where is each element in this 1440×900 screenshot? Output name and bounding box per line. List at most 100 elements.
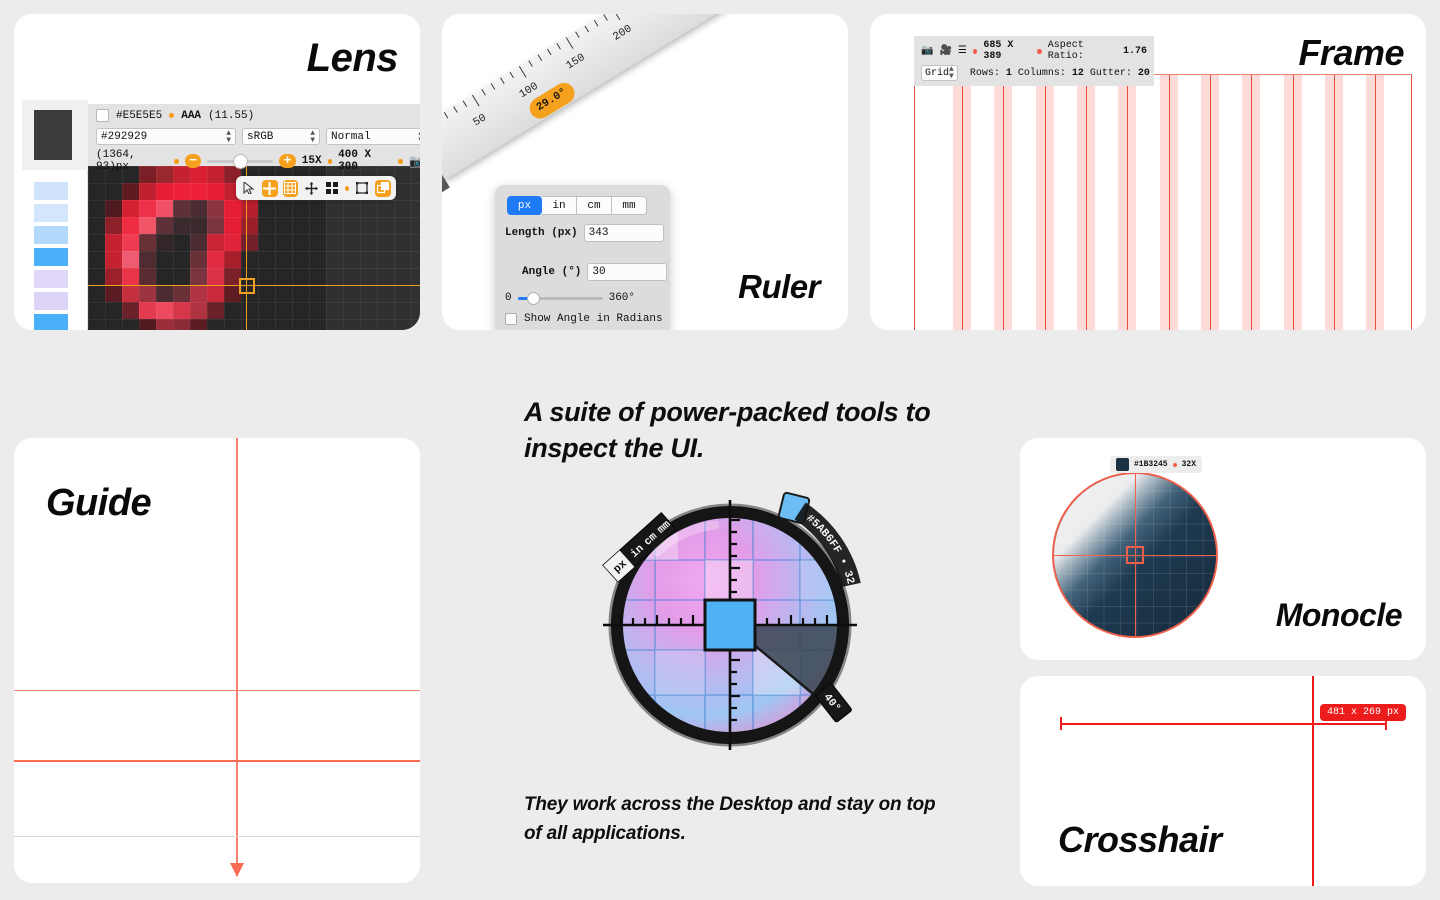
- guide-vertical-handle[interactable]: [230, 863, 244, 877]
- chevron-updown-icon: ▲▼: [418, 129, 420, 144]
- zoom-slider[interactable]: [207, 153, 274, 169]
- monocle-zoom-value: 32X: [1181, 460, 1197, 469]
- monocle-card: Monocle #1B3245 32X: [1020, 438, 1426, 660]
- crosshair-horizontal-line: [1060, 723, 1387, 725]
- ruler-tick-label: 250: [658, 14, 681, 15]
- lens-toolbar: [236, 176, 396, 200]
- zoom-out-button[interactable]: −: [185, 154, 202, 168]
- separator-dot-icon: [1037, 48, 1042, 54]
- lens-swatch[interactable]: [34, 204, 68, 222]
- ruler-length-row: Length (px) 343: [505, 224, 664, 242]
- ruler-slider-max: 360°: [608, 292, 636, 304]
- lens-zoom-row: (1364, 93)px − + 15X 400 X 300 📷: [96, 149, 420, 173]
- lens-contrast-hex: #E5E5E5: [116, 109, 163, 122]
- chevron-updown-icon: ▲▼: [310, 128, 315, 145]
- frame-hud-bottom-row: Grid ▲ ▼ Rows: 1 Columns: 12 Gutter: 20: [914, 64, 1154, 86]
- ruler-body[interactable]: 50 100 150 200 250 300 29.0°: [442, 14, 787, 201]
- separator-dot-icon: [972, 48, 978, 54]
- pointer-tool-icon[interactable]: [241, 180, 257, 197]
- zoom-slider-knob[interactable]: [233, 153, 249, 169]
- frame-card-title: Frame: [1298, 32, 1404, 73]
- frame-mode-value: Grid: [925, 67, 950, 79]
- layers-tool-icon[interactable]: [375, 179, 391, 197]
- separator-dot-icon: [327, 158, 333, 164]
- monocle-hex-value: #1B3245: [1134, 460, 1168, 469]
- frame-aspect-label: Aspect Ratio:: [1047, 40, 1084, 62]
- lens-primary-swatch[interactable]: [34, 110, 72, 160]
- frame-dimensions: 685 X 389: [983, 40, 1014, 62]
- ruler-length-input[interactable]: 343: [583, 224, 664, 242]
- frame-columns-label: Columns:: [1017, 67, 1066, 79]
- ruler-radians-label: Show Angle in Radians: [524, 313, 663, 325]
- lens-swatch-sidebar: [22, 100, 88, 330]
- lens-contrast-checkbox[interactable]: [96, 109, 109, 122]
- ruler-unit-mm[interactable]: mm: [612, 196, 647, 215]
- lens-swatch[interactable]: [34, 314, 68, 330]
- ruler-angle-label: Angle (°): [522, 266, 582, 278]
- ruler-settings-popover: px in cm mm Length (px) 343 Angle (°) 30…: [495, 185, 670, 330]
- zoom-in-button[interactable]: +: [279, 154, 296, 168]
- tiles-tool-icon[interactable]: [324, 180, 340, 197]
- guide-horizontal-line[interactable]: [14, 690, 420, 691]
- ruler-unit-px[interactable]: px: [507, 196, 542, 215]
- lens-selects-row: #292929 ▲▼ sRGB ▲▼ Normal ▲▼: [96, 128, 420, 145]
- ruler-slider-min: 0: [505, 292, 512, 304]
- frame-columns-value: 12: [1071, 67, 1084, 79]
- lens-color-profile-select[interactable]: sRGB ▲ ▼: [242, 128, 320, 145]
- ruler-radians-row[interactable]: Show Angle in Radians: [505, 313, 663, 325]
- lens-swatch[interactable]: [34, 182, 68, 200]
- lens-swatch[interactable]: [34, 292, 68, 310]
- guide-measure-line: [14, 836, 420, 837]
- guide-vertical-line[interactable]: [236, 438, 238, 876]
- guide-card-title: Guide: [46, 482, 152, 524]
- separator-dot-icon: [169, 113, 175, 118]
- ruler-angle-input[interactable]: 30: [587, 263, 668, 281]
- frame-grid-overlay: [914, 74, 1412, 330]
- chevron-updown-icon: ▲▼: [226, 128, 231, 145]
- lens-card: Lens #E5E5E5 AAA (11.55) #292929 ▲ ▼ sRG…: [14, 14, 420, 330]
- ruler-angle-slider[interactable]: [517, 291, 603, 305]
- ruler-unit-in[interactable]: in: [542, 196, 577, 215]
- monocle-color-swatch: [1116, 458, 1129, 471]
- frame-card: Frame 📷 🎥 ☰ 685 X 389 Aspect Ratio: 1.76…: [870, 14, 1426, 330]
- separator-dot-icon: [174, 158, 180, 164]
- lens-color-value-select[interactable]: #292929 ▲ ▼: [96, 128, 236, 145]
- chevron-updown-icon: ▲▼: [949, 65, 954, 81]
- separator-dot-icon: [1172, 462, 1177, 467]
- camera-icon[interactable]: 📷: [409, 154, 420, 169]
- lens-info-panel: #E5E5E5 AAA (11.55) #292929 ▲ ▼ sRGB ▲ ▼ N…: [88, 104, 420, 173]
- lens-coords: (1364, 93)px: [96, 149, 136, 173]
- frame-gutter-value: 20: [1137, 67, 1150, 79]
- lens-contrast-ratio: (11.55): [208, 109, 255, 122]
- page-headline: A suite of power-packed tools to inspect…: [524, 397, 931, 464]
- ruler-length-label: Length (px): [505, 227, 578, 239]
- app-icon: #5AB6FF • 32X px in cm mm 40°: [592, 482, 865, 760]
- lens-cursor-box: [239, 278, 255, 294]
- sliders-icon[interactable]: ☰: [958, 45, 967, 57]
- lens-swatch[interactable]: [34, 226, 68, 244]
- lens-swatch[interactable]: [34, 248, 68, 266]
- lens-contrast-row: #E5E5E5 AAA (11.55): [96, 109, 254, 122]
- frame-gutter-label: Gutter:: [1089, 67, 1132, 79]
- video-icon[interactable]: 🎥: [939, 45, 951, 57]
- move-tool-icon[interactable]: [303, 180, 319, 197]
- camera-icon[interactable]: 📷: [921, 45, 933, 57]
- guide-horizontal-line[interactable]: [14, 760, 420, 762]
- grid-tool-icon[interactable]: [282, 179, 299, 197]
- crosshair-vertical-line: [1312, 676, 1314, 886]
- frame-mode-select[interactable]: Grid ▲ ▼: [921, 65, 958, 81]
- ruler-unit-segmented-control: px in cm mm: [507, 196, 647, 215]
- ruler-radians-checkbox[interactable]: [505, 313, 517, 325]
- ruler-card: Ruler 50 100 150 200 29.0° px in cm mm L…: [442, 14, 848, 330]
- marquee-tool-icon[interactable]: [354, 180, 370, 197]
- ruler-card-title: Ruler: [738, 268, 820, 305]
- ruler-angle-slider-knob[interactable]: [526, 291, 540, 305]
- lens-swatch[interactable]: [34, 270, 68, 288]
- crosshair-tool-icon[interactable]: [261, 179, 278, 197]
- monocle-lens[interactable]: [1052, 472, 1218, 638]
- ruler-angle-slider-row: 0 360°: [505, 291, 636, 305]
- page-subline: They work across the Desktop and stay on…: [524, 794, 936, 845]
- monocle-pixel-selector: [1126, 546, 1144, 564]
- lens-blend-mode-select[interactable]: Normal ▲▼: [326, 128, 420, 145]
- ruler-unit-cm[interactable]: cm: [577, 196, 612, 215]
